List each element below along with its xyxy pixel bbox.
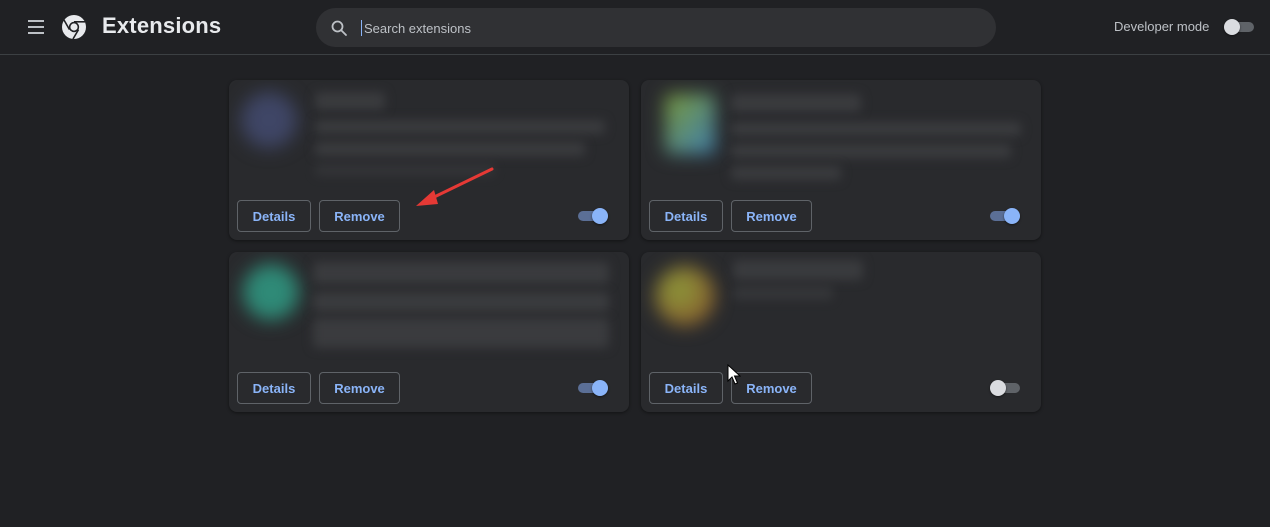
extension-description-blurred (313, 292, 609, 312)
extension-name-blurred (315, 92, 385, 110)
extension-card: Details Remove (641, 252, 1041, 412)
hamburger-menu-icon[interactable] (26, 17, 48, 37)
extension-description-blurred (733, 286, 833, 300)
remove-button[interactable]: Remove (319, 200, 400, 232)
search-input[interactable] (362, 15, 966, 41)
extension-enable-toggle[interactable] (578, 380, 608, 396)
annotation-arrow-icon (416, 167, 494, 206)
developer-mode-label: Developer mode (1114, 19, 1210, 34)
extension-enable-toggle[interactable] (990, 380, 1020, 396)
details-button[interactable]: Details (649, 200, 723, 232)
extension-icon (241, 92, 297, 148)
extension-name-blurred (733, 260, 863, 280)
details-button[interactable]: Details (237, 200, 311, 232)
extension-card: Details Remove (641, 80, 1041, 240)
extension-name-blurred (313, 262, 609, 284)
chrome-logo-icon (62, 15, 86, 40)
details-button[interactable]: Details (649, 372, 723, 404)
details-button[interactable]: Details (237, 372, 311, 404)
remove-button[interactable]: Remove (731, 372, 812, 404)
search-bar[interactable] (316, 8, 996, 47)
extension-name-blurred (731, 94, 861, 112)
extension-icon (655, 266, 715, 326)
extension-card: Details Remove (229, 80, 629, 240)
extension-card: Details Remove (229, 252, 629, 412)
remove-button[interactable]: Remove (731, 200, 812, 232)
remove-button[interactable]: Remove (319, 372, 400, 404)
extension-icon (665, 94, 715, 154)
extension-icon (243, 264, 299, 320)
extension-description-blurred (731, 122, 1021, 136)
extension-enable-toggle[interactable] (578, 208, 608, 224)
toolbar: Extensions Developer mode (0, 0, 1270, 55)
developer-mode-toggle[interactable] (1224, 19, 1254, 35)
extension-description-blurred (315, 120, 605, 134)
page-title: Extensions (102, 13, 222, 38)
extension-enable-toggle[interactable] (990, 208, 1020, 224)
mouse-cursor-icon (727, 364, 741, 385)
search-icon[interactable] (330, 19, 348, 37)
